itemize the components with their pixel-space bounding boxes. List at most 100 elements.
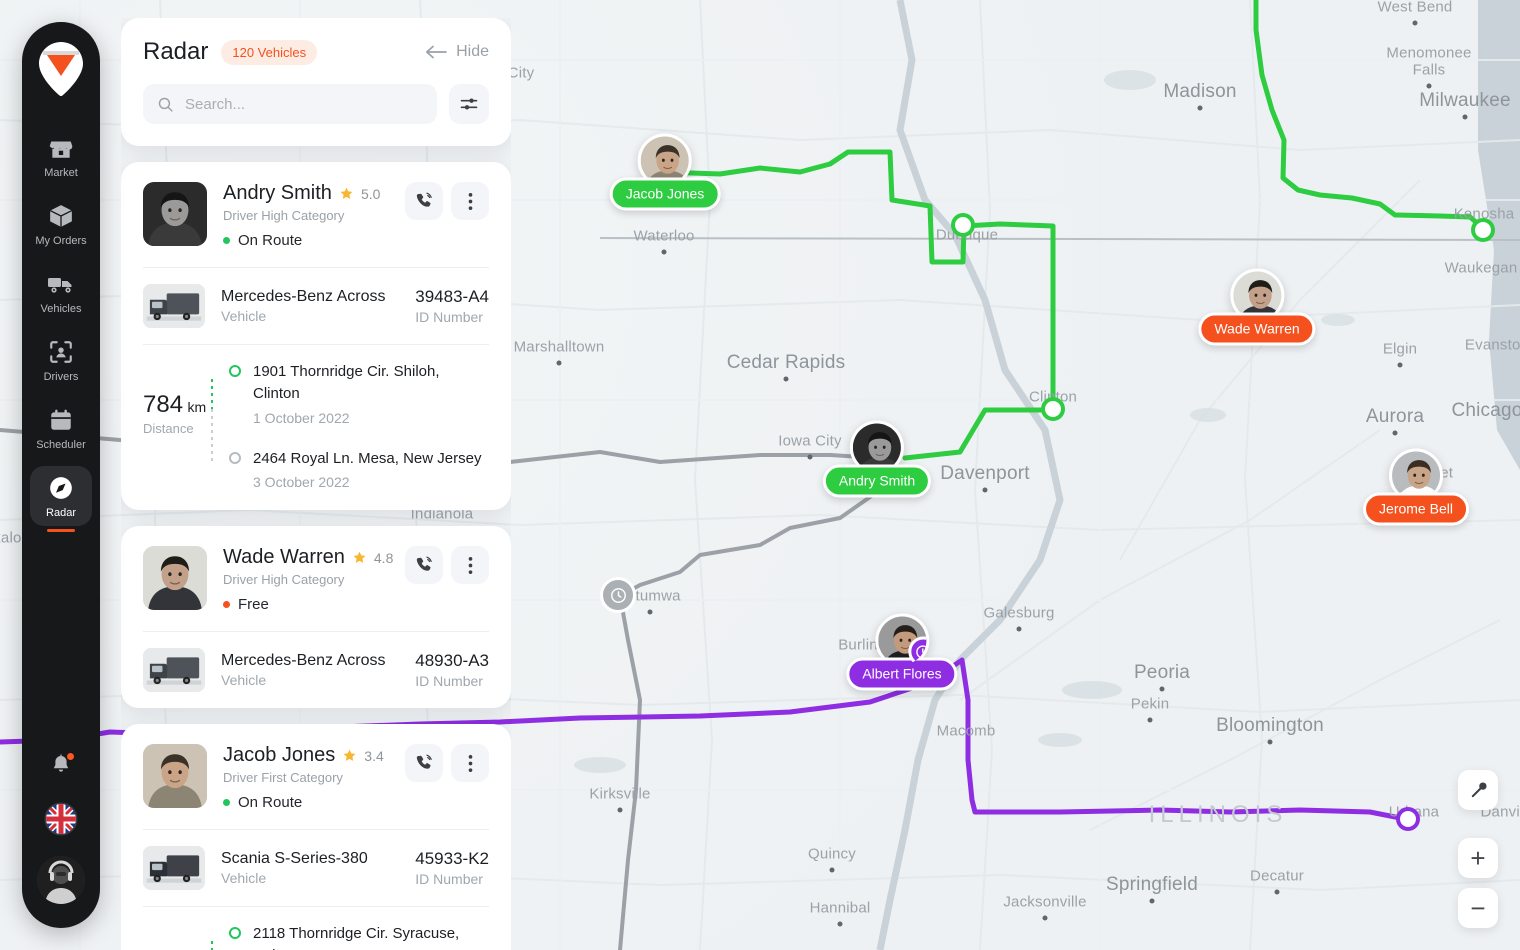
driver-actions[interactable] xyxy=(405,182,489,220)
map-controls[interactable]: + − xyxy=(1458,770,1498,928)
route-row: 2118 Thornridge Cir. Syracuse, Dubuque xyxy=(121,907,511,950)
vehicle-main: Mercedes-Benz Across Vehicle xyxy=(221,652,415,688)
driver-photo xyxy=(143,744,207,809)
more-vertical-icon xyxy=(468,556,472,574)
vehicle-row[interactable]: Scania S-Series-380 Vehicle 45933-K2 ID Num… xyxy=(121,830,511,906)
map-marker-andry-smith[interactable]: Andry Smith xyxy=(822,420,932,498)
call-driver-button[interactable] xyxy=(405,744,443,783)
driver-info: Andry Smith 5.0 Driver High Category On Rou… xyxy=(223,182,397,249)
driver-actions[interactable] xyxy=(405,744,489,783)
vehicle-name-caption: Vehicle xyxy=(221,672,267,689)
vehicle-name: Mercedes-Benz Across xyxy=(221,288,386,305)
sidebar-bottom[interactable] xyxy=(37,752,85,904)
vehicle-row[interactable]: Mercedes-Benz Across Vehicle 48930-A3 ID Nu… xyxy=(121,632,511,708)
marker-name-pill[interactable]: Andry Smith xyxy=(822,464,932,498)
driver-more-button[interactable] xyxy=(451,182,489,220)
sidebar-nav[interactable]: Market My Orders Vehicles Drivers Scheduler R… xyxy=(22,126,100,534)
driver-category: Driver High Category xyxy=(223,572,345,588)
sidebar-item-scheduler[interactable]: Scheduler xyxy=(30,398,92,458)
filter-button[interactable] xyxy=(449,84,489,124)
star-icon xyxy=(343,749,356,762)
sidebar-item-label: Drivers xyxy=(43,371,79,383)
vehicle-row[interactable]: Mercedes-Benz Across Vehicle 39483-A4 ID Nu… xyxy=(121,268,511,344)
driver-card[interactable]: Wade Warren 4.8 Driver High Category Free Me… xyxy=(121,526,511,709)
driver-card[interactable]: Jacob Jones 3.4 Driver First Category On Ro… xyxy=(121,724,511,950)
driver-category: Driver First Category xyxy=(223,770,343,786)
sidebar-item-vehicles[interactable]: Vehicles xyxy=(30,262,92,322)
search-input-wrapper[interactable] xyxy=(143,84,437,124)
search-input[interactable] xyxy=(185,95,423,113)
sidebar-item-drivers[interactable]: Drivers xyxy=(30,330,92,390)
map-marker-albert-flores[interactable]: Albert Flores xyxy=(846,613,958,691)
route-clock-node[interactable] xyxy=(600,577,636,613)
vehicle-main: Mercedes-Benz Across Vehicle xyxy=(221,288,415,324)
phone-icon xyxy=(416,556,432,571)
driver-more-button[interactable] xyxy=(451,744,489,783)
city-dot xyxy=(661,249,667,255)
hide-panel-button[interactable]: Hide xyxy=(425,43,489,61)
city-dot xyxy=(1274,889,1280,895)
person-scan-icon xyxy=(30,339,92,365)
zoom-in-button[interactable]: + xyxy=(1458,838,1498,878)
marker-name-pill[interactable]: Jacob Jones xyxy=(609,177,721,211)
star-icon xyxy=(353,551,366,564)
box-icon xyxy=(30,203,92,229)
driver-status: On Route xyxy=(223,232,397,249)
driver-header: Andry Smith 5.0 Driver High Category On Rou… xyxy=(121,162,511,267)
zoom-in-label: + xyxy=(1470,843,1486,873)
call-driver-button[interactable] xyxy=(405,546,443,585)
sidebar-item-market[interactable]: Market xyxy=(30,126,92,186)
driver-actions[interactable] xyxy=(405,546,489,585)
driver-card[interactable]: Andry Smith 5.0 Driver High Category On Rou… xyxy=(121,162,511,511)
route-step-date: 1 October 2022 xyxy=(253,409,350,426)
vehicle-image xyxy=(143,846,205,891)
route-connector-line xyxy=(211,941,213,950)
user-avatar[interactable] xyxy=(37,856,85,904)
phone-icon xyxy=(416,754,432,769)
map-marker-jerome-bell[interactable]: Jerome Bell xyxy=(1363,448,1469,526)
notification-badge-dot xyxy=(66,752,75,761)
status-dot xyxy=(223,237,230,244)
driver-more-button[interactable] xyxy=(451,546,489,585)
sliders-icon xyxy=(460,98,478,110)
zoom-out-label: − xyxy=(1470,893,1486,923)
sidebar-item-label: Market xyxy=(44,167,78,179)
search-row[interactable] xyxy=(143,84,489,124)
route-waypoint xyxy=(955,217,971,233)
map-pin-tool-button[interactable] xyxy=(1458,770,1498,810)
city-dot xyxy=(1267,739,1273,745)
vehicle-id-block: 45933-K2 ID Number xyxy=(415,849,489,887)
vehicle-image xyxy=(143,284,205,328)
driver-list[interactable]: Andry Smith 5.0 Driver High Category On Rou… xyxy=(121,162,511,950)
vehicle-id-caption: ID Number xyxy=(415,309,483,325)
app-logo[interactable] xyxy=(39,42,83,97)
map-marker-jacob-jones[interactable]: Jacob Jones xyxy=(609,133,721,211)
sidebar-item-radar[interactable]: Radar xyxy=(30,466,92,526)
route-distance: 784 km Distance xyxy=(143,361,229,490)
sidebar[interactable]: Market My Orders Vehicles Drivers Scheduler R… xyxy=(22,22,100,928)
language-selector[interactable] xyxy=(46,804,76,834)
driver-name: Wade Warren xyxy=(223,546,345,569)
zoom-out-button[interactable]: − xyxy=(1458,888,1498,928)
route-step: 1901 Thornridge Cir. Shiloh, Clinton 1 Oc… xyxy=(229,361,489,426)
sidebar-item-my-orders[interactable]: My Orders xyxy=(30,194,92,254)
call-driver-button[interactable] xyxy=(405,182,443,220)
marker-name-pill[interactable]: Jerome Bell xyxy=(1363,492,1469,526)
route-steps: 1901 Thornridge Cir. Shiloh, Clinton 1 Oc… xyxy=(211,361,489,490)
sidebar-item-label: Vehicles xyxy=(40,303,82,315)
driver-name-row: Wade Warren 4.8 xyxy=(223,546,397,569)
driver-status: Free xyxy=(223,596,397,613)
green-route-segment-east xyxy=(1253,0,1486,231)
marker-name-pill[interactable]: Albert Flores xyxy=(846,657,958,691)
status-label: On Route xyxy=(238,232,303,249)
driver-info: Jacob Jones 3.4 Driver First Category On Ro… xyxy=(223,744,397,811)
marker-name-pill[interactable]: Wade Warren xyxy=(1198,312,1316,346)
driver-header: Wade Warren 4.8 Driver High Category Free xyxy=(121,526,511,631)
map-marker-wade-warren[interactable]: Wade Warren xyxy=(1198,268,1316,346)
distance-caption: Distance xyxy=(143,421,194,436)
distance-unit: km xyxy=(187,399,207,415)
sidebar-item-label: My Orders xyxy=(35,235,87,247)
radar-panel[interactable]: Radar 120 Vehicles Hide Search... Andry … xyxy=(121,18,511,950)
city-dot xyxy=(1149,898,1155,904)
notifications-button[interactable] xyxy=(49,752,75,782)
